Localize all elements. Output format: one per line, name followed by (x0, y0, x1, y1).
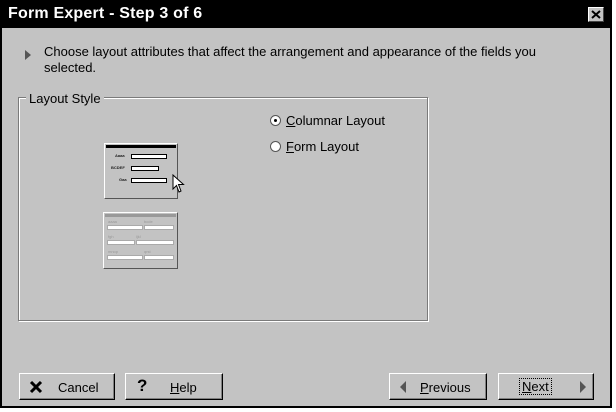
help-label: Help (170, 380, 197, 395)
preview-field-box (131, 154, 167, 159)
next-label: Next (519, 378, 552, 395)
layout-style-group (18, 97, 428, 321)
layout-style-label: Layout Style (26, 91, 104, 106)
next-button[interactable]: Next (498, 373, 594, 400)
preview-field-box (107, 255, 143, 260)
preview-field-label: aaaa (108, 219, 117, 224)
preview-field-label: BCDEF (111, 165, 125, 170)
preview-field-label: bcde (144, 219, 153, 224)
title-bar[interactable]: Form Expert - Step 3 of 6 (2, 2, 610, 28)
mouse-pointer-icon (172, 174, 185, 193)
preview-field-label: mnop (108, 249, 119, 254)
previous-button[interactable]: Previous (389, 373, 487, 400)
preview-field-box (107, 225, 143, 230)
arrow-left-icon (400, 381, 406, 393)
radio-checked-icon (270, 115, 281, 126)
preview-field-label: Gaa (119, 177, 127, 182)
preview-field-box (144, 255, 174, 260)
preview-field-box (107, 240, 135, 245)
radio-unchecked-icon (270, 141, 281, 152)
preview-field-label: Aaaa (115, 153, 125, 158)
preview-title-bar (106, 145, 176, 148)
columnar-layout-label: Columnar Layout (286, 113, 386, 128)
close-icon (591, 10, 601, 19)
close-button[interactable] (588, 7, 604, 22)
x-icon (29, 380, 43, 394)
arrow-right-icon (580, 381, 586, 393)
question-mark-icon: ? (137, 376, 148, 395)
preview-field-box (144, 225, 174, 230)
columnar-layout-preview[interactable]: Aaaa BCDEF Gaa (104, 143, 178, 199)
preview-field-box (131, 178, 167, 183)
previous-label: Previous (420, 380, 471, 395)
preview-field-box (131, 166, 159, 171)
preview-title-bar (105, 214, 176, 217)
form-layout-label: Form Layout (286, 139, 359, 154)
preview-field-label: qrst (144, 249, 151, 254)
cancel-label: Cancel (58, 380, 99, 395)
preview-field-label: fgh (108, 234, 114, 239)
cancel-button[interactable]: Cancel (19, 373, 115, 400)
window-title: Form Expert - Step 3 of 6 (8, 5, 203, 22)
help-button[interactable]: ? Help (125, 373, 223, 400)
preview-field-label: ijkl (136, 234, 141, 239)
instruction-text: Choose layout attributes that affect the… (44, 44, 536, 75)
form-layout-preview[interactable]: aaaa bcde fgh ijkl mnop qrst (103, 212, 178, 269)
preview-field-box (136, 240, 174, 245)
triangle-right-icon (25, 50, 31, 60)
